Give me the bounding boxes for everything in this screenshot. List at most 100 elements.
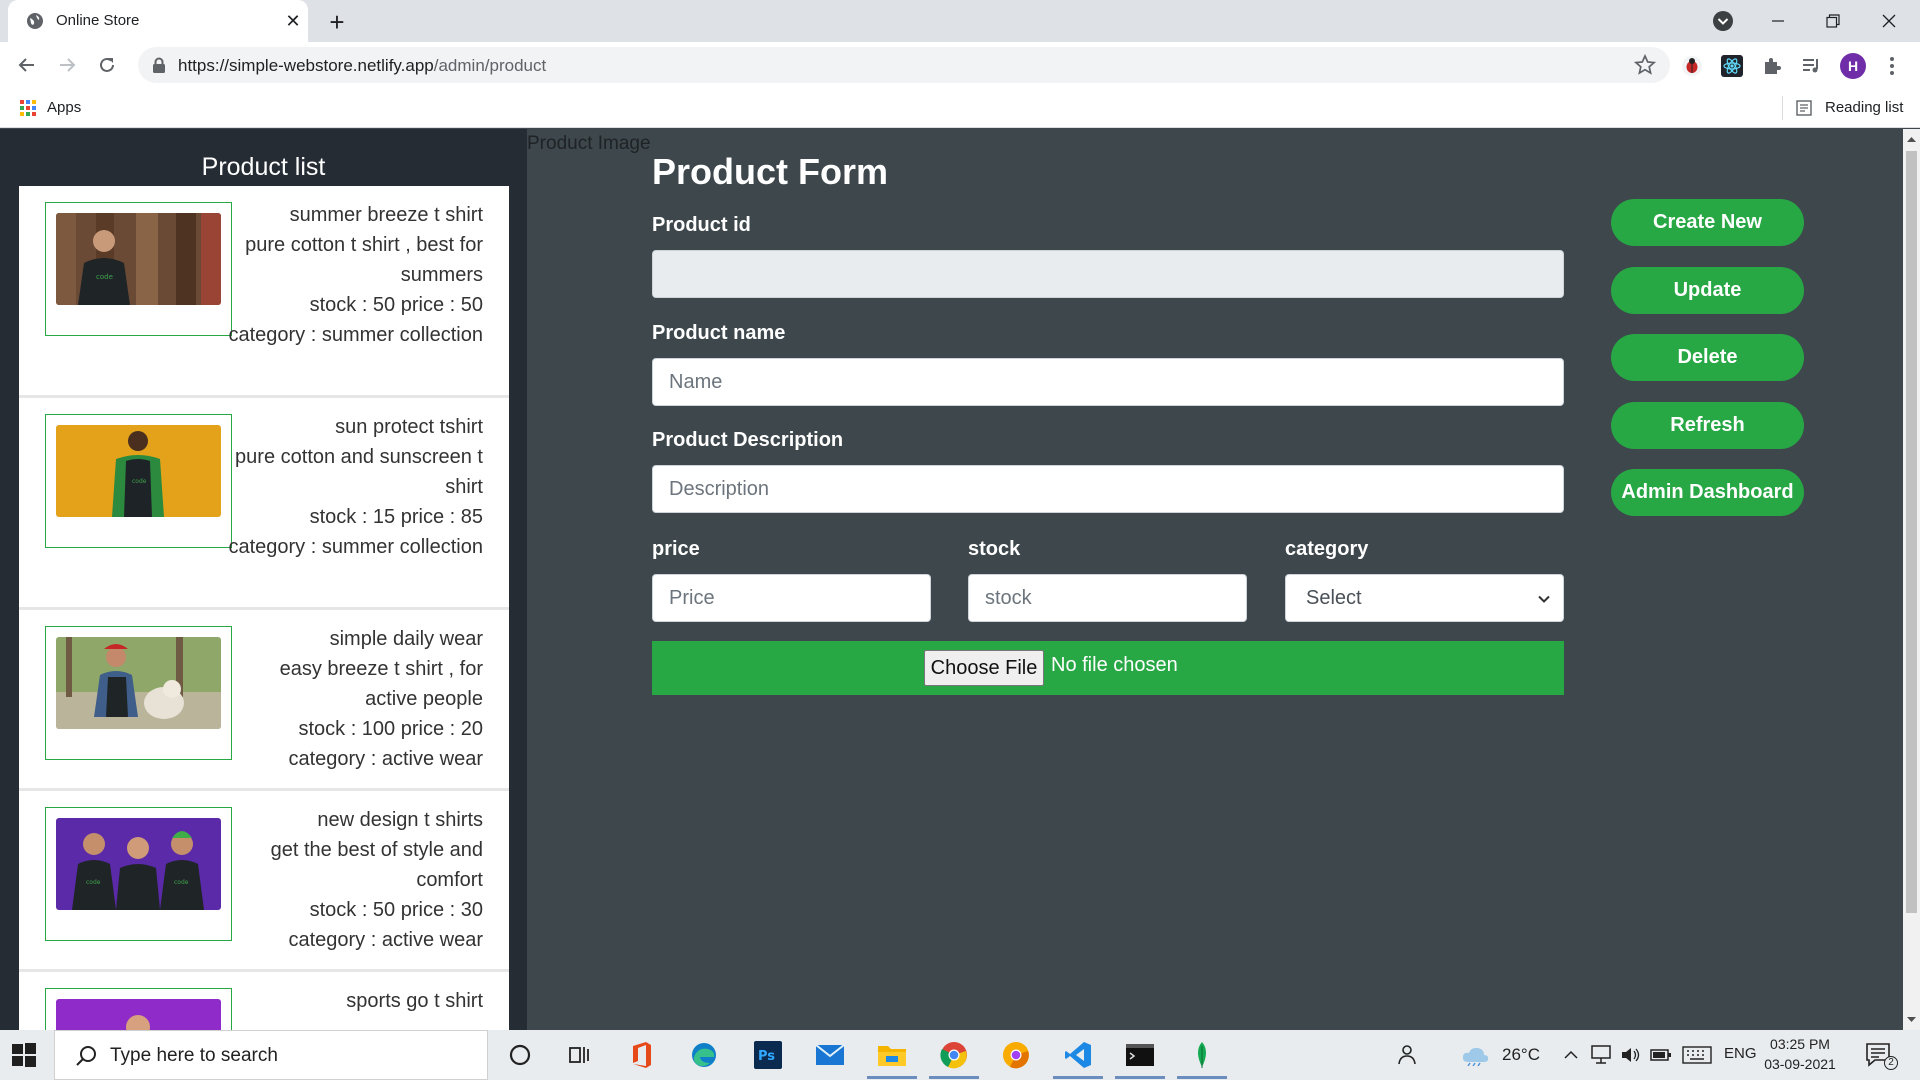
admin-dashboard-button[interactable]: Admin Dashboard (1611, 469, 1804, 516)
profile-avatar[interactable]: H (1840, 53, 1866, 79)
admin-product-page: Product list code summer breeze t shirt … (0, 129, 1903, 1030)
product-details: sun protect tshirt pure cotton and sunsc… (223, 412, 483, 562)
product-card[interactable]: code code new design t shirts get the be… (19, 791, 509, 972)
scroll-down-arrow-icon[interactable] (1907, 1015, 1916, 1024)
refresh-button[interactable]: Refresh (1611, 402, 1804, 449)
mail-icon[interactable] (813, 1038, 847, 1072)
notifications-icon[interactable]: 2 (1862, 1038, 1898, 1072)
network-icon[interactable] (1584, 1038, 1618, 1072)
page-scrollbar[interactable] (1903, 129, 1920, 1030)
react-devtools-icon[interactable] (1721, 55, 1743, 77)
browser-toolbar: https://simple-webstore.netlify.app/admi… (0, 42, 1920, 88)
address-bar[interactable]: https://simple-webstore.netlify.app/admi… (138, 47, 1670, 83)
product-image-new-design: code code (56, 818, 221, 910)
minimize-icon[interactable] (1751, 0, 1805, 42)
chrome-running-indicator (929, 1076, 979, 1079)
apps-grid-icon[interactable] (20, 100, 36, 116)
product-card[interactable]: code summer breeze t shirt pure cotton t… (19, 186, 509, 398)
create-new-button[interactable]: Create New (1611, 199, 1804, 246)
photoshop-icon[interactable]: Ps (751, 1038, 785, 1072)
cortana-icon[interactable] (503, 1038, 537, 1072)
close-window-icon[interactable] (1862, 0, 1916, 42)
office-icon[interactable] (625, 1038, 659, 1072)
product-details: new design t shirts get the best of styl… (223, 805, 483, 955)
system-clock[interactable]: 03:25 PM 03-09-2021 (1762, 1034, 1838, 1074)
new-tab-plus-icon[interactable]: + (322, 8, 352, 38)
product-stock-price: stock : 100 price : 20 (298, 718, 483, 740)
reload-icon[interactable] (92, 50, 122, 80)
people-icon[interactable] (1390, 1038, 1424, 1072)
scrollbar-thumb[interactable] (1906, 151, 1917, 913)
restore-icon[interactable] (1806, 0, 1860, 42)
product-card[interactable]: simple daily wear easy breeze t shirt , … (19, 610, 509, 791)
browser-tab[interactable]: Online Store ✕ (8, 0, 308, 42)
product-name-label: Product name (652, 322, 786, 344)
media-queue-icon[interactable] (1800, 55, 1822, 77)
weather-temperature[interactable]: 26°C (1502, 1045, 1540, 1065)
chrome-icon[interactable] (937, 1038, 971, 1072)
scroll-up-arrow-icon[interactable] (1907, 135, 1916, 144)
product-id-field[interactable] (652, 250, 1564, 298)
volume-icon[interactable] (1614, 1038, 1648, 1072)
reading-list-button[interactable]: Reading list (1825, 99, 1903, 116)
product-stock-price: stock : 50 price : 30 (309, 899, 483, 921)
task-view-icon[interactable] (563, 1038, 597, 1072)
category-selected-value: Select (1306, 587, 1362, 609)
globe-icon (27, 13, 43, 29)
back-arrow-icon[interactable] (12, 50, 42, 80)
product-category: category : summer collection (228, 324, 483, 346)
product-id-label: Product id (652, 214, 751, 236)
product-name-input[interactable] (652, 358, 1564, 406)
product-list: code summer breeze t shirt pure cotton t… (19, 186, 509, 1030)
edge-browser-icon[interactable] (687, 1038, 721, 1072)
file-explorer-icon[interactable] (875, 1038, 909, 1072)
taskbar-search-placeholder: Type here to search (110, 1045, 278, 1066)
ladybug-extension-icon[interactable] (1681, 55, 1703, 77)
weather-cloud-icon[interactable] (1459, 1038, 1493, 1072)
chevron-down-icon (1538, 595, 1550, 603)
choose-file-button[interactable]: Choose File (924, 650, 1044, 686)
mongodb-running-indicator (1177, 1076, 1227, 1079)
product-stock-price: stock : 50 price : 50 (309, 294, 483, 316)
terminal-icon[interactable] (1123, 1038, 1157, 1072)
lock-icon[interactable] (152, 57, 166, 73)
product-card[interactable]: code sun protect tshirt pure cotton and … (19, 398, 509, 610)
browser-menu-icon[interactable] (1884, 52, 1900, 80)
file-status: No file chosen (1051, 654, 1178, 676)
svg-text:code: code (132, 478, 147, 485)
category-select[interactable]: Select (1285, 574, 1564, 622)
notification-count-badge: 2 (1884, 1056, 1898, 1070)
delete-button[interactable]: Delete (1611, 334, 1804, 381)
form-title: Product Form (652, 151, 889, 192)
product-image-alt-text: Product Image (527, 133, 651, 154)
chrome-canary-icon[interactable] (999, 1038, 1033, 1072)
product-description-input[interactable] (652, 465, 1564, 513)
input-language[interactable]: ENG (1724, 1045, 1757, 1062)
price-input[interactable] (652, 574, 931, 622)
chevron-up-icon[interactable] (1554, 1038, 1588, 1072)
product-name: new design t shirts (317, 809, 483, 831)
vscode-running-indicator (1053, 1076, 1103, 1079)
category-label: category (1285, 538, 1369, 560)
update-button[interactable]: Update (1611, 267, 1804, 314)
extensions-puzzle-icon[interactable] (1761, 55, 1783, 77)
svg-text:code: code (174, 879, 189, 886)
product-card[interactable]: sports go t shirt (19, 972, 509, 1030)
reading-list-icon[interactable] (1796, 100, 1812, 116)
tab-search-icon[interactable] (1712, 10, 1734, 32)
battery-icon[interactable] (1644, 1038, 1678, 1072)
vscode-icon[interactable] (1061, 1038, 1095, 1072)
forward-arrow-icon[interactable] (52, 50, 82, 80)
mongodb-compass-icon[interactable] (1185, 1038, 1219, 1072)
product-name: summer breeze t shirt (289, 204, 483, 226)
svg-text:code: code (86, 879, 101, 886)
stock-input[interactable] (968, 574, 1247, 622)
image-file-input[interactable]: Choose File No file chosen (652, 641, 1564, 695)
product-name: sports go t shirt (346, 990, 483, 1012)
bookmark-star-icon[interactable] (1634, 54, 1656, 76)
taskbar-search-box[interactable]: Type here to search (54, 1030, 488, 1080)
keyboard-icon[interactable] (1680, 1038, 1714, 1072)
tab-close-icon[interactable]: ✕ (282, 10, 304, 32)
windows-start-icon[interactable] (12, 1043, 36, 1067)
apps-bookmark[interactable]: Apps (47, 99, 81, 116)
